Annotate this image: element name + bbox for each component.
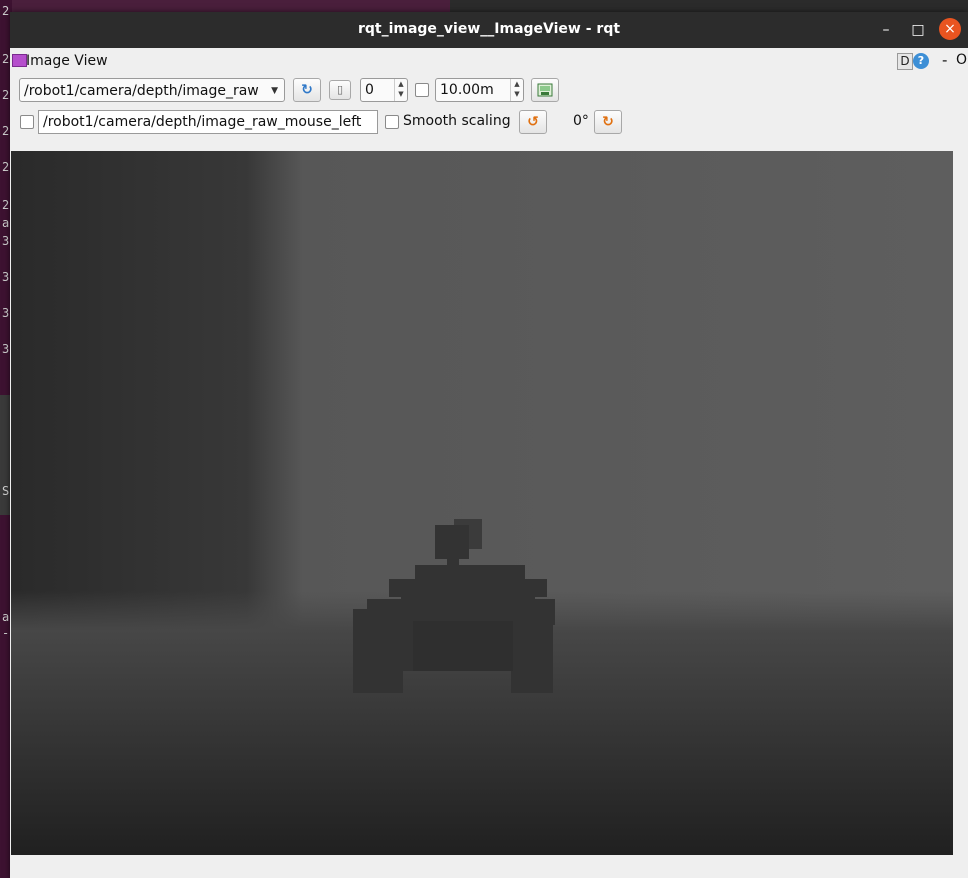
window-title: rqt_image_view__ImageView - rqt [357,21,621,37]
depth-image [11,151,953,855]
depth-image-canvas[interactable] [11,151,953,855]
rotate-left-button[interactable]: ↺ [519,110,547,134]
smooth-scaling-checkbox[interactable] [385,115,399,129]
background-terminal-text: 2 [2,198,10,212]
background-terminal-text: 2 [2,160,10,174]
topic-select[interactable]: /robot1/camera/depth/image_raw ▼ [19,78,285,102]
help-button[interactable]: ? [913,53,929,69]
spin-arrows-icon[interactable]: ▲ ▼ [510,79,523,101]
dock-button[interactable]: D [897,53,913,70]
maximize-button[interactable]: □ [908,20,928,40]
window-titlebar[interactable]: rqt_image_view__ImageView - rqt – □ × [10,12,968,48]
max-range-checkbox[interactable] [415,83,429,97]
background-terminal-text: 2 [2,52,10,66]
background-terminal-text: 3 [2,234,10,248]
rqt-window: rqt_image_view__ImageView - rqt – □ × Im… [10,12,968,878]
refresh-button[interactable]: ↻ [293,78,321,102]
rotate-right-icon: ↻ [602,114,614,130]
background-terminal-text: 2 [2,88,10,102]
background-terminal-text: - [2,626,10,640]
mouse-topic-input[interactable]: /robot1/camera/depth/image_raw_mouse_lef… [38,110,378,134]
close-button[interactable]: × [939,18,961,40]
min-value: 0 [365,82,374,98]
background-terminal-text: S [2,484,10,498]
save-image-icon [537,83,553,97]
refresh-icon: ↻ [301,82,313,98]
fit-zoom-icon: ▯ [336,83,344,96]
max-range-value: 10.00m [440,82,494,98]
smooth-scaling-label: Smooth scaling [403,113,511,129]
mouse-publish-checkbox[interactable] [20,115,34,129]
plugin-header: Image View D ? - O [10,50,968,72]
background-terminal-text: 2 [2,4,10,18]
rotate-right-button[interactable]: ↻ [594,110,622,134]
background-terminal-text: 3 [2,270,10,284]
min-value-spinbox[interactable]: 0 ▲ ▼ [360,78,408,102]
save-image-button[interactable] [531,78,559,102]
background-window-strip [450,0,968,12]
options-button[interactable]: O [956,52,967,68]
spin-arrows-icon[interactable]: ▲ ▼ [394,79,407,101]
image-view-icon [12,54,27,67]
background-terminal-text: 3 [2,342,10,356]
minimize-plugin-button[interactable]: - [942,51,947,69]
background-terminal-text: 3 [2,306,10,320]
rotation-label: 0° [573,113,589,129]
background-terminal-text: a [2,216,10,230]
chevron-down-icon: ▼ [271,86,278,96]
minimize-button[interactable]: – [876,20,896,40]
plugin-title: Image View [26,53,108,69]
topic-select-value: /robot1/camera/depth/image_raw [24,83,259,99]
background-terminal-text: a [2,610,10,624]
rotate-left-icon: ↺ [527,114,539,130]
max-range-spinbox[interactable]: 10.00m ▲ ▼ [435,78,524,102]
background-terminal-text: 2 [2,124,10,138]
zoom-fit-button[interactable]: ▯ [329,80,351,100]
